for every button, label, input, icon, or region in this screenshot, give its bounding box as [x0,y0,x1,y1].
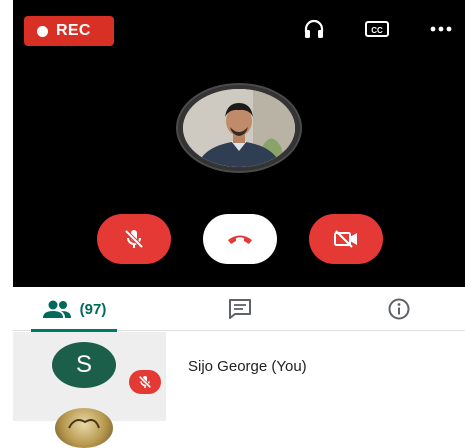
tab-chat[interactable] [220,287,260,331]
tab-info[interactable] [379,287,419,331]
tab-people[interactable]: (97) [31,287,117,332]
active-speaker-avatar [176,83,302,173]
mic-off-icon [138,375,152,389]
svg-text:CC: CC [371,26,383,35]
participant-photo [183,89,295,167]
closed-captions-icon[interactable]: CC [362,16,392,42]
info-icon [388,298,410,320]
next-participant-avatar[interactable] [55,408,113,448]
participant-name[interactable]: Sijo George (You) [188,358,307,375]
people-count: (97) [79,300,107,318]
panel-tabs: (97) [13,287,465,332]
headphones-icon[interactable] [299,16,329,42]
recording-badge: REC [24,16,114,46]
recording-dot-icon [37,25,48,37]
people-icon [42,300,71,318]
recording-label: REC [56,22,91,39]
video-off-button[interactable] [309,214,383,264]
participant-initial: S [75,351,92,378]
chat-icon [229,299,251,319]
more-icon[interactable] [426,16,456,42]
hang-up-button[interactable] [203,214,277,264]
participant-muted-badge [129,370,161,394]
participant-tiles: S [13,332,166,448]
mic-off-button[interactable] [97,214,171,264]
participant-avatar[interactable]: S [52,342,116,388]
video-off-icon [334,230,357,248]
video-stage: REC CC [13,0,465,287]
hang-up-icon [228,235,252,244]
mic-off-icon [124,229,144,249]
